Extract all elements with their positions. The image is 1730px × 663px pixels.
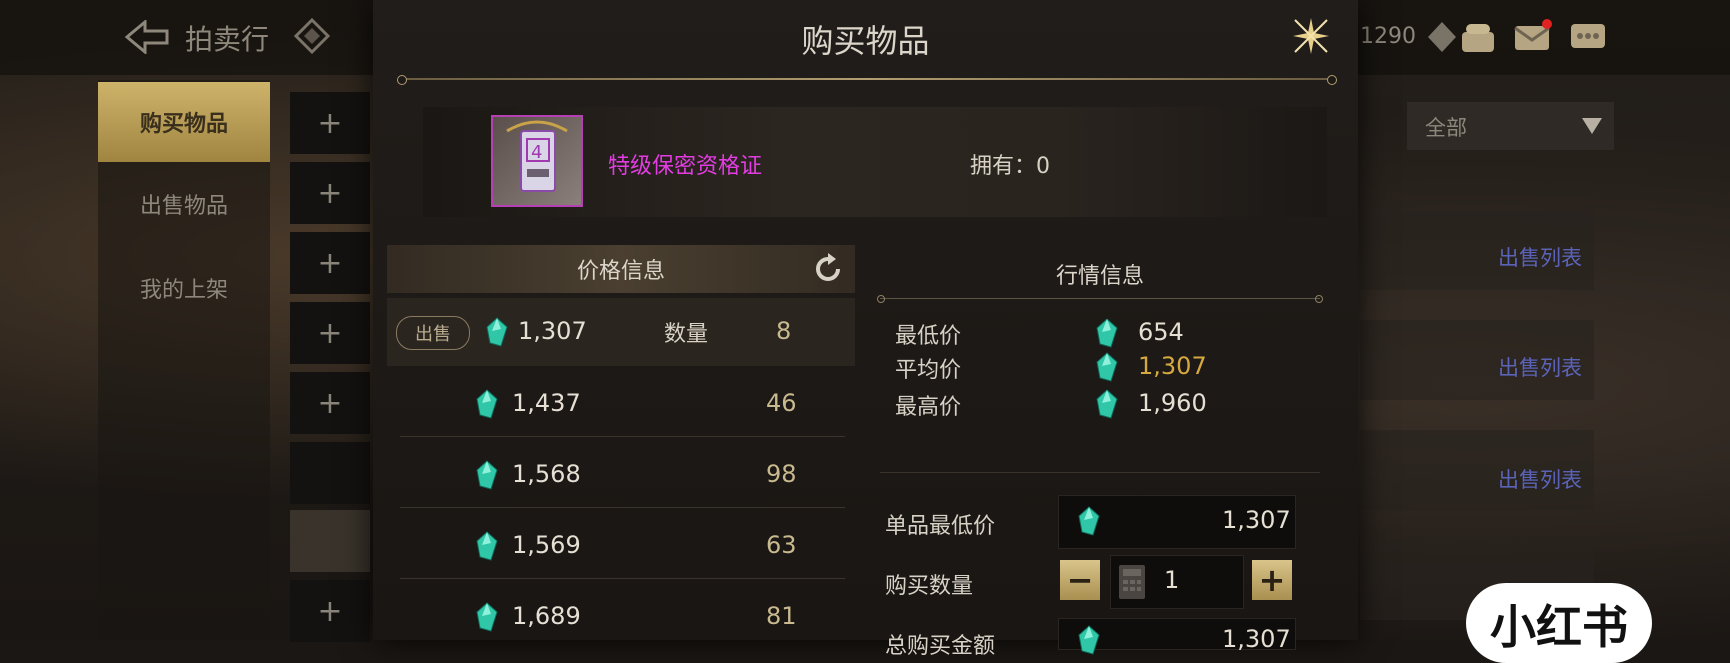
quantity-label: 购买数量 <box>885 574 974 599</box>
currency-amount: 1290 <box>1360 24 1416 49</box>
refresh-icon[interactable] <box>812 253 844 285</box>
category-slot[interactable]: + <box>290 162 370 224</box>
category-slot-empty[interactable] <box>290 510 370 572</box>
divider <box>880 472 1320 473</box>
divider-end <box>877 295 885 303</box>
sell-list-link[interactable]: 出售列表 <box>1498 464 1582 494</box>
listing-price[interactable]: 1,568 <box>512 460 581 488</box>
row-divider <box>400 578 845 579</box>
treasure-chest-icon[interactable] <box>1458 18 1498 56</box>
sidebar-item-label: 出售物品 <box>139 194 228 219</box>
max-price-label: 最高价 <box>895 395 962 420</box>
chat-icon[interactable] <box>1568 18 1608 56</box>
market-info-title: 行情信息 <box>1055 264 1144 289</box>
id-card-icon: 4 <box>506 120 568 192</box>
gem-currency-icon <box>486 317 508 347</box>
unit-price-label: 单品最低价 <box>885 514 996 539</box>
quantity-label: 数量 <box>664 322 709 347</box>
divider-end <box>1327 75 1337 85</box>
sell-list-link[interactable]: 出售列表 <box>1498 242 1582 272</box>
gem-currency-icon <box>1078 506 1100 536</box>
decrease-quantity-button[interactable]: − <box>1060 560 1100 600</box>
increase-quantity-button[interactable]: + <box>1252 560 1292 600</box>
listing-price[interactable]: 1,689 <box>512 602 581 630</box>
item-name: 特级保密资格证 <box>608 154 763 179</box>
max-price-value: 1,960 <box>1138 389 1207 417</box>
mail-icon[interactable] <box>1512 18 1552 56</box>
divider <box>401 78 1331 80</box>
avg-price-value: 1,307 <box>1138 352 1207 380</box>
quantity-value: 1 <box>1164 566 1180 594</box>
listing-quantity: 8 <box>776 317 792 345</box>
sidebar-item-buy[interactable]: 购买物品 <box>98 82 270 162</box>
gem-currency-icon <box>1096 352 1118 382</box>
gem-currency-icon <box>1078 625 1100 655</box>
auction-house-title: 拍卖行 <box>185 23 270 56</box>
divider-end <box>397 75 407 85</box>
gem-currency-icon <box>1096 318 1118 348</box>
sell-list-link[interactable]: 出售列表 <box>1498 352 1582 382</box>
calculator-icon[interactable] <box>1118 564 1146 600</box>
min-price-label: 最低价 <box>895 324 962 349</box>
sidebar-item-my-listings[interactable]: 我的上架 <box>98 248 270 328</box>
filter-selected-label: 全部 <box>1425 116 1467 140</box>
row-divider <box>400 507 845 508</box>
back-arrow-icon[interactable] <box>125 20 169 54</box>
price-info-title: 价格信息 <box>576 259 665 284</box>
listing-quantity: 98 <box>766 460 797 488</box>
svg-text:4: 4 <box>531 142 542 163</box>
item-icon[interactable]: 4 <box>491 115 583 207</box>
gem-currency-icon <box>476 389 498 419</box>
sidebar-item-label: 购买物品 <box>139 112 228 137</box>
gem-currency-icon <box>476 602 498 632</box>
currency-diamond-icon <box>1428 22 1456 52</box>
listing-quantity: 81 <box>766 602 797 630</box>
dialog-title: 购买物品 <box>801 22 930 60</box>
unit-price-value: 1,307 <box>1222 506 1291 534</box>
listing-quantity: 63 <box>766 531 797 559</box>
gem-currency-icon <box>476 531 498 561</box>
row-divider <box>400 436 845 437</box>
owned-count: 拥有：0 <box>970 154 1050 179</box>
gem-currency-icon <box>476 460 498 490</box>
category-slot[interactable]: + <box>290 232 370 294</box>
avg-price-label: 平均价 <box>895 358 962 383</box>
category-slot[interactable]: + <box>290 372 370 434</box>
min-price-value: 654 <box>1138 318 1184 346</box>
category-slot[interactable]: + <box>290 580 370 642</box>
category-slot[interactable]: + <box>290 92 370 154</box>
divider <box>880 298 1320 299</box>
price-info-header: 价格信息 <box>387 245 855 293</box>
category-slot-empty[interactable] <box>290 442 370 504</box>
gem-currency-icon <box>1096 389 1118 419</box>
total-amount-label: 总购买金额 <box>885 634 996 659</box>
listing-price: 1,307 <box>518 317 587 345</box>
sidebar-item-label: 我的上架 <box>139 278 228 303</box>
divider-end <box>1315 295 1323 303</box>
chevron-down-icon <box>1582 118 1602 134</box>
watermark-logo: 小红书 <box>1466 583 1652 663</box>
listing-quantity: 46 <box>766 389 797 417</box>
sell-tag: 出售 <box>396 316 470 350</box>
sidebar-item-sell[interactable]: 出售物品 <box>98 164 270 244</box>
listing-price[interactable]: 1,437 <box>512 389 581 417</box>
category-slot[interactable]: + <box>290 302 370 364</box>
total-amount-value: 1,307 <box>1222 625 1291 653</box>
listing-price[interactable]: 1,569 <box>512 531 581 559</box>
diamond-icon <box>294 18 330 54</box>
close-icon[interactable] <box>1287 12 1335 60</box>
